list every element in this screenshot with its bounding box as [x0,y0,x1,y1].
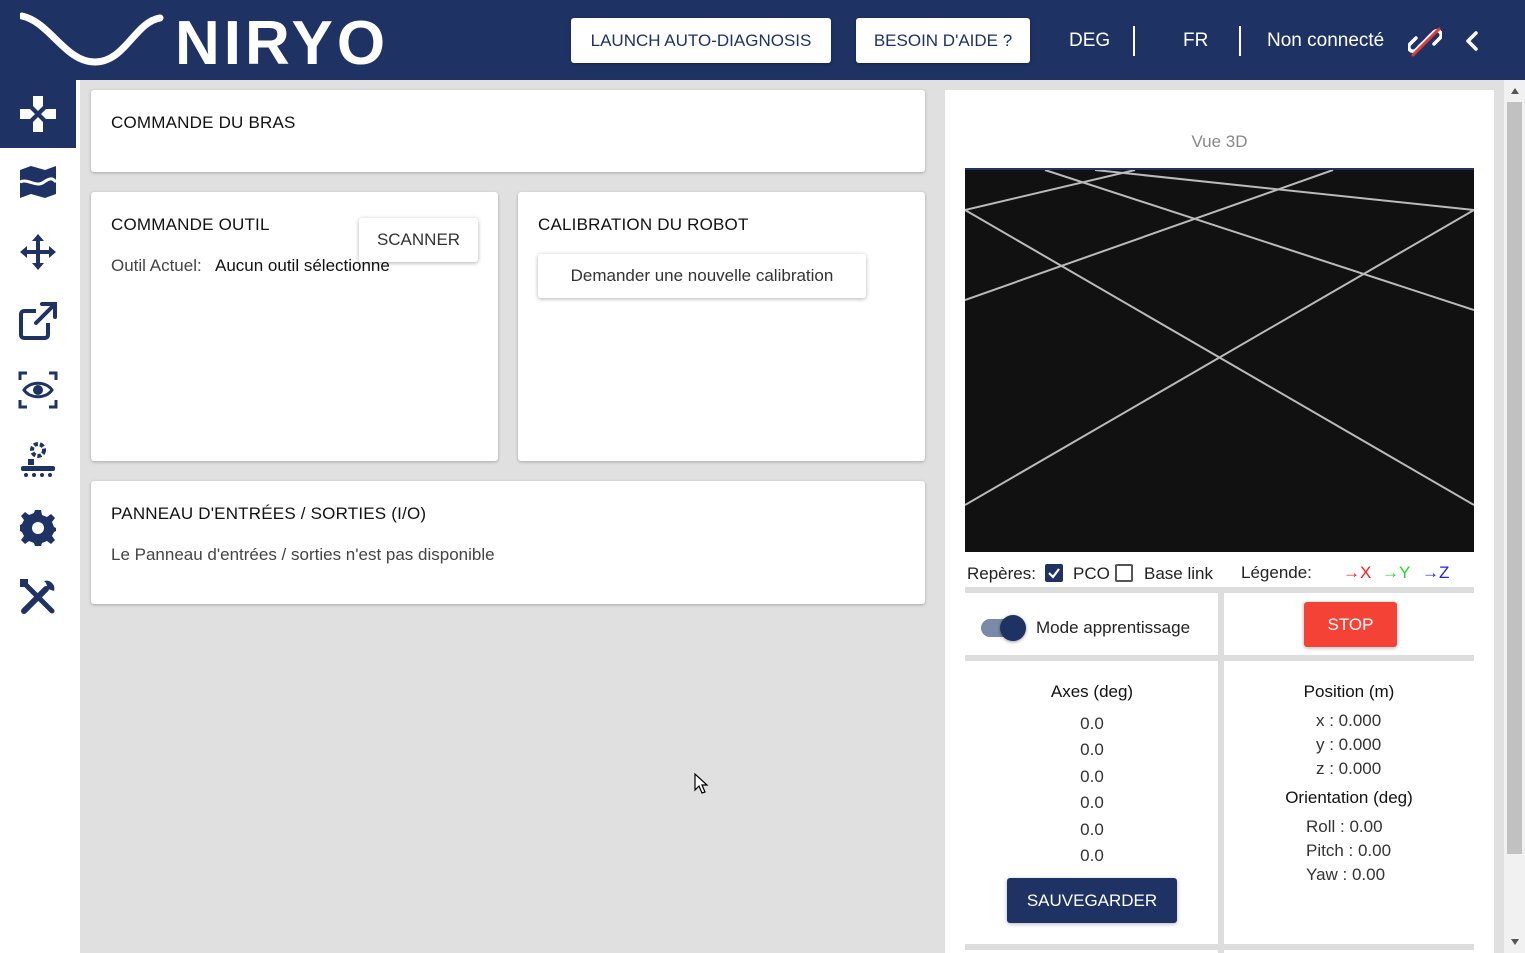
joint-6-value: 0.0 [1080,846,1104,865]
joint-1-value: 0.0 [1080,714,1104,733]
conveyor-icon [21,442,55,477]
sidebar-item-external[interactable] [0,287,76,355]
legend-z: →Z [1422,563,1450,582]
calibration-title: CALIBRATION DU ROBOT [538,215,749,234]
sidebar-item-settings[interactable] [0,494,76,562]
pco-checkbox[interactable] [1045,564,1063,582]
gamepad-icon [20,96,56,132]
base-link-checkbox[interactable] [1115,564,1133,582]
position-x: x : 0.000 [1316,711,1382,730]
external-link-icon [19,302,57,340]
niryo-logo: NIRYO [20,12,389,68]
unlink-icon[interactable] [1407,24,1443,58]
tool-control-card: COMMANDE OUTIL Outil Actuel: Aucun outil… [91,192,498,461]
position-y: y : 0.000 [1316,735,1382,754]
joint-3-value: 0.0 [1080,767,1104,786]
divider [965,944,1474,950]
sidebar-item-move[interactable] [0,218,76,286]
arm-control-title: COMMANDE DU BRAS [111,113,296,132]
auto-diagnosis-button[interactable]: LAUNCH AUTO-DIAGNOSIS [571,18,831,63]
learning-mode-label: Mode apprentissage [1036,618,1191,637]
help-button[interactable]: BESOIN D'AIDE ? [856,18,1030,63]
calibration-card: CALIBRATION DU ROBOT Demander une nouvel… [518,192,925,461]
sidebar-item-tools[interactable] [0,563,76,631]
position-z: z : 0.000 [1316,759,1382,778]
robot-state-panel: Vue 3D Repères: PCO Base link Légende: →… [945,90,1494,953]
orientation-pitch: Pitch : 0.00 [1306,841,1392,860]
3d-viewer[interactable] [964,168,1475,552]
orientation-title: Orientation (deg) [1285,788,1413,807]
pco-label: PCO [1073,564,1110,583]
separator [1133,26,1135,56]
sidebar-item-control[interactable] [0,80,76,148]
map-icon [19,166,58,198]
orientation-yaw: Yaw : 0.00 [1306,865,1386,884]
io-panel-title: PANNEAU D'ENTRÉES / SORTIES (I/O) [111,504,427,523]
legend-y: →Y [1382,563,1411,582]
joint-4-value: 0.0 [1080,793,1104,812]
move-arrows-icon [20,234,56,270]
request-calibration-button[interactable]: Demander une nouvelle calibration [538,254,866,298]
learning-mode-knob[interactable] [1000,615,1026,641]
scroll-thumb[interactable] [1507,102,1522,854]
eye-icon [18,371,58,409]
viewer-title: Vue 3D [1191,132,1248,151]
chevron-left-icon[interactable] [1462,30,1482,52]
tool-control-title: COMMANDE OUTIL [111,215,270,234]
gear-icon [20,510,56,546]
tools-icon [20,579,55,614]
scroll-up-arrow[interactable] [1504,82,1525,100]
save-position-button[interactable]: SAUVEGARDER [1007,878,1177,923]
joints-title: Axes (deg) [1050,682,1134,701]
joint-5-value: 0.0 [1080,820,1104,839]
position-title: Position (m) [1303,682,1395,701]
reperes-label: Repères: [967,564,1036,583]
orientation-roll: Roll : 0.00 [1306,817,1383,836]
divider [965,655,1474,661]
legend-label: Légende: [1241,563,1312,582]
sidebar-item-map[interactable] [0,150,76,218]
current-tool-label: Outil Actuel: [111,256,202,275]
separator [1239,26,1241,56]
base-link-label: Base link [1144,564,1213,583]
page-scrollbar[interactable] [1504,80,1525,953]
io-panel-message: Le Panneau d'entrées / sorties n'est pas… [111,545,495,564]
io-panel-card: PANNEAU D'ENTRÉES / SORTIES (I/O) Le Pan… [91,481,925,604]
top-bar: NIRYO LAUNCH AUTO-DIAGNOSIS BESOIN D'AID… [0,0,1525,80]
sidebar-item-conveyor[interactable] [0,425,76,493]
legend-x: →X [1343,563,1372,582]
sidebar-item-vision[interactable] [0,356,76,424]
scroll-down-arrow[interactable] [1504,933,1525,951]
logo-text: NIRYO [175,12,389,68]
sidebar [0,80,80,953]
arm-control-card: COMMANDE DU BRAS [91,90,925,172]
mouse-cursor [694,773,709,794]
connection-status[interactable]: Non connecté [1267,30,1384,52]
joint-2-value: 0.0 [1080,740,1104,759]
stop-button[interactable]: STOP [1304,602,1397,647]
scan-tool-button[interactable]: SCANNER [359,218,478,262]
unit-toggle[interactable]: DEG [1069,30,1110,52]
language-toggle[interactable]: FR [1183,30,1208,52]
